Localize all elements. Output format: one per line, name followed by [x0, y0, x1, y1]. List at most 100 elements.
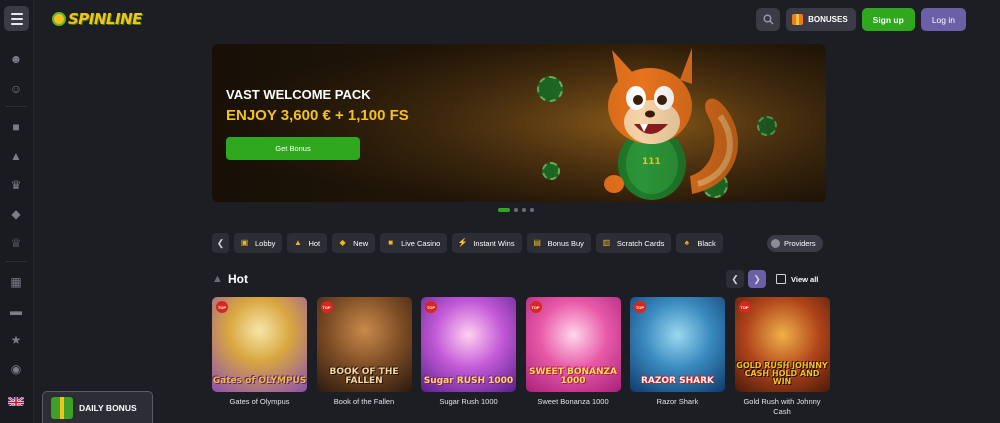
- promo-banner[interactable]: 111 VAST WELCOME PACK ENJOY 3,600 € + 1,…: [212, 44, 826, 202]
- game-logo-text: GOLD RUSH JOHNNY CASH HOLD AND WIN: [736, 361, 828, 386]
- target-icon[interactable]: ◉: [9, 362, 23, 376]
- top-badge: TOP: [320, 301, 333, 313]
- user-icon[interactable]: ☻: [9, 52, 23, 66]
- category-live-casino[interactable]: ■ Live Casino: [380, 233, 448, 253]
- game-card[interactable]: TOP Gates of OLYMPUS Gates of Olympus: [212, 297, 307, 417]
- sidebar-divider: [6, 106, 27, 107]
- crown-icon[interactable]: ♛: [9, 178, 23, 192]
- game-thumbnail[interactable]: TOP Sugar RUSH 1000: [421, 297, 516, 392]
- logo-text: SPINLINE: [68, 10, 142, 28]
- providers-label: Providers: [784, 239, 816, 248]
- daily-bonus-button[interactable]: DAILY BONUS: [42, 391, 153, 423]
- game-logo-text: Gates of OLYMPUS: [212, 376, 307, 386]
- fire-icon: ▲: [293, 238, 302, 247]
- game-logo-text: SWEET BONANZA 1000: [528, 367, 617, 386]
- lightning-icon: ⚡: [457, 238, 468, 247]
- games-next-button[interactable]: ❯: [748, 270, 766, 288]
- diamond-icon: ◆: [339, 238, 346, 247]
- banner-title: VAST WELCOME PACK: [226, 87, 371, 102]
- section-header: ▲ Hot: [212, 272, 248, 286]
- logo[interactable]: SPINLINE: [52, 8, 142, 30]
- calendar-icon[interactable]: ▦: [9, 275, 23, 289]
- sidebar-divider: [6, 261, 27, 262]
- daily-bonus-label: DAILY BONUS: [79, 402, 137, 413]
- game-logo-text: Sugar RUSH 1000: [423, 376, 514, 386]
- category-label: Lobby: [255, 238, 276, 248]
- trophy-icon[interactable]: ★: [9, 333, 23, 347]
- folder-icon[interactable]: ■: [9, 120, 23, 134]
- game-logo-text: BOOK OF THE FALLEN: [329, 367, 399, 386]
- login-button[interactable]: Log in: [920, 8, 966, 31]
- game-thumbnail[interactable]: TOP SWEET BONANZA 1000: [525, 297, 621, 392]
- gift-icon: [792, 14, 804, 25]
- game-card[interactable]: TOP Sugar RUSH 1000 Sugar Rush 1000: [421, 297, 516, 417]
- get-bonus-button[interactable]: Get Bonus: [226, 137, 360, 160]
- bonuses-button[interactable]: BONUSES: [786, 8, 856, 31]
- game-name[interactable]: Razor Shark: [630, 397, 725, 407]
- carousel-dot-active[interactable]: [498, 208, 510, 212]
- top-badge: TOP: [529, 301, 542, 313]
- category-label: Live Casino: [401, 238, 441, 248]
- top-badge: TOP: [425, 301, 437, 313]
- carousel-dot[interactable]: [514, 208, 518, 212]
- game-card[interactable]: TOP RAZOR SHARK Razor Shark: [630, 297, 725, 417]
- fire-icon: ▲: [212, 273, 223, 285]
- grid-icon: [776, 274, 786, 284]
- game-card[interactable]: TOP BOOK OF THE FALLEN Book of the Fallen: [316, 297, 412, 417]
- game-name[interactable]: Gold Rush with Johnny Cash: [735, 397, 830, 417]
- game-thumbnail[interactable]: TOP Gates of OLYMPUS: [212, 297, 307, 392]
- cards-icon: ♠: [684, 238, 690, 247]
- signup-button[interactable]: Sign up: [861, 8, 915, 31]
- carousel-dot[interactable]: [530, 208, 534, 212]
- game-card[interactable]: TOP GOLD RUSH JOHNNY CASH HOLD AND WIN Gol…: [734, 297, 830, 417]
- search-icon: [763, 14, 774, 25]
- category-scratch-cards[interactable]: ▥ Scratch Cards: [595, 233, 672, 253]
- category-instant-wins[interactable]: ⚡ Instant Wins: [452, 233, 522, 253]
- camera-icon: ■: [388, 238, 394, 247]
- menu-icon[interactable]: [4, 6, 29, 31]
- shield-icon[interactable]: ◆: [9, 207, 23, 221]
- game-card[interactable]: TOP SWEET BONANZA 1000 Sweet Bonanza 1000: [525, 297, 621, 417]
- game-name[interactable]: Gates of Olympus: [212, 397, 307, 407]
- category-prev-button[interactable]: ❮: [212, 233, 229, 253]
- ticket-icon[interactable]: ▬: [9, 304, 23, 318]
- carousel-dot[interactable]: [522, 208, 526, 212]
- category-hot[interactable]: ▲ Hot: [287, 233, 328, 253]
- view-all-button[interactable]: View all: [776, 274, 818, 284]
- providers-button[interactable]: Providers: [767, 235, 823, 252]
- vip-crown-icon[interactable]: ♕: [9, 236, 23, 250]
- category-bonus-buy[interactable]: ▤ Bonus Buy: [526, 233, 591, 253]
- game-name[interactable]: Sweet Bonanza 1000: [526, 397, 621, 407]
- category-label: Bonus Buy: [547, 238, 584, 248]
- bonuses-label: BONUSES: [808, 15, 848, 24]
- sidebar: ☻ ☺ ■ ▲ ♛ ◆ ♕ ▦ ▬ ★ ◉: [0, 0, 34, 423]
- games-prev-button[interactable]: ❮: [726, 270, 744, 288]
- chart-icon[interactable]: ▲: [9, 149, 23, 163]
- section-title: Hot: [228, 272, 248, 286]
- game-name[interactable]: Book of the Fallen: [317, 397, 412, 407]
- game-thumbnail[interactable]: TOP BOOK OF THE FALLEN: [316, 297, 412, 392]
- category-black[interactable]: ♠ Black: [676, 233, 723, 253]
- category-label: Hot: [308, 238, 321, 248]
- top-badge: TOP: [216, 301, 228, 313]
- category-new[interactable]: ◆ New: [332, 233, 376, 253]
- uk-flag-icon[interactable]: [8, 395, 24, 406]
- category-list: ▣ Lobby ▲ Hot ◆ New ■ Live Casino ⚡ Instant Wins ▤…: [234, 233, 758, 253]
- category-label: New: [353, 238, 369, 248]
- top-badge: TOP: [634, 301, 646, 313]
- category-label: Black: [697, 238, 716, 248]
- game-thumbnail[interactable]: TOP RAZOR SHARK: [630, 297, 725, 392]
- profile-icon[interactable]: ☺: [9, 82, 23, 96]
- gift-box-icon: [51, 396, 73, 419]
- game-name[interactable]: Sugar Rush 1000: [421, 397, 516, 407]
- section-nav: ❮ ❯ View all: [726, 270, 818, 288]
- game-logo-text: RAZOR SHARK: [640, 376, 715, 386]
- category-label: Instant Wins: [473, 238, 515, 248]
- header-actions: BONUSES Sign up Log in: [756, 8, 966, 31]
- bag-icon: ▤: [533, 238, 541, 247]
- category-lobby[interactable]: ▣ Lobby: [234, 233, 283, 253]
- game-thumbnail[interactable]: TOP GOLD RUSH JOHNNY CASH HOLD AND WIN: [734, 297, 830, 392]
- search-button[interactable]: [756, 8, 781, 31]
- coin-icon: [52, 12, 66, 26]
- view-all-label: View all: [791, 274, 819, 284]
